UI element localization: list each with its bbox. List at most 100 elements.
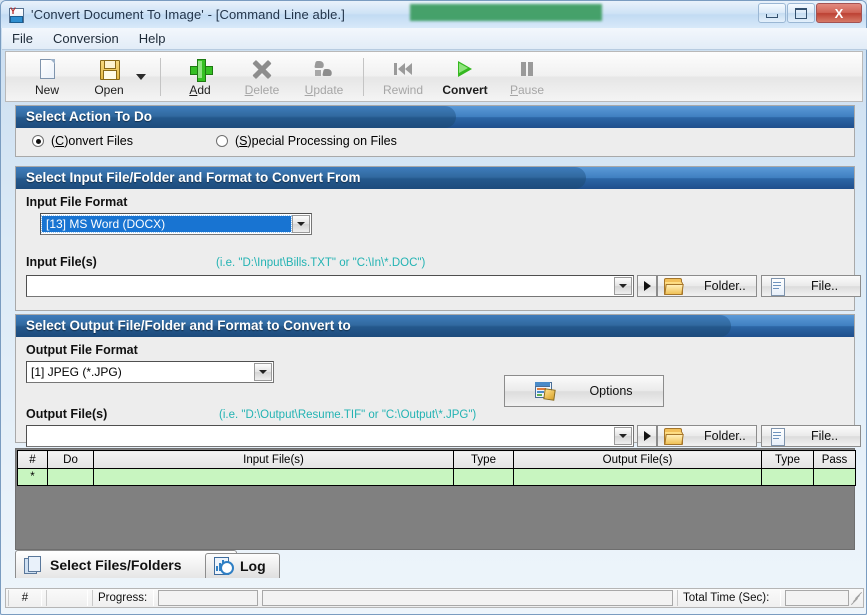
grid-col-do[interactable]: Do — [47, 450, 94, 469]
play-icon — [453, 57, 477, 81]
pause-icon — [515, 57, 539, 81]
folder-icon — [664, 278, 684, 295]
grid-col-output[interactable]: Output File(s) — [513, 450, 762, 469]
status-total-time-label: Total Time (Sec): — [677, 590, 781, 606]
action-panel: Select Action To Do (C)onvert Files (S)p… — [15, 105, 855, 157]
play-right-icon-2 — [643, 431, 651, 441]
output-file-label: File.. — [811, 429, 839, 443]
files-grid[interactable]: # Do Input File(s) Type Output File(s) T… — [15, 448, 856, 550]
tab-strip: Select Files/Folders Log — [15, 550, 855, 578]
action-banner: Select Action To Do — [16, 106, 854, 128]
toolbar-convert-button[interactable]: Convert — [434, 53, 496, 100]
output-format-dropdown-arrow[interactable] — [254, 363, 272, 381]
input-files-go-button[interactable] — [637, 275, 657, 297]
input-format-combo[interactable]: [13] MS Word (DOCX) — [40, 213, 312, 235]
app-icon: Y — [7, 6, 25, 23]
output-folder-button[interactable]: Folder.. — [657, 425, 757, 447]
grid-col-input[interactable]: Input File(s) — [93, 450, 454, 469]
redacted-text-block — [410, 4, 602, 21]
input-folder-button[interactable]: Folder.. — [657, 275, 757, 297]
toolbar-pause-button[interactable]: Pause — [496, 53, 558, 100]
title-bar: Y 'Convert Document To Image' - [Command… — [1, 1, 866, 28]
grid-col-pass[interactable]: Pass — [813, 450, 856, 469]
radio-special-processing[interactable]: (S)pecial Processing on Files — [216, 134, 397, 148]
output-file-button[interactable]: File.. — [761, 425, 861, 447]
play-right-icon — [643, 281, 651, 291]
toolbar-add-button[interactable]: Add — [169, 53, 231, 100]
minimize-button[interactable] — [758, 3, 786, 23]
toolbar-pause-label: Pause — [509, 82, 545, 97]
options-icon — [535, 382, 557, 401]
maximize-icon — [795, 7, 807, 19]
radio-convert-files[interactable]: (C)onvert Files — [32, 134, 133, 148]
toolbar: New Open Add Delete Update Rewind Conver… — [5, 51, 863, 102]
status-progress-label: Progress: — [92, 590, 154, 606]
radio-convert-files-indicator — [32, 135, 44, 147]
close-icon: X — [834, 5, 844, 21]
grid-col-intype[interactable]: Type — [453, 450, 514, 469]
grid-cell-output[interactable] — [513, 468, 762, 486]
grid-cell-input[interactable] — [93, 468, 454, 486]
output-folder-label: Folder.. — [704, 429, 746, 443]
grid-cell-intype[interactable] — [453, 468, 514, 486]
menu-item-help[interactable]: Help — [129, 29, 176, 48]
file-icon — [770, 277, 785, 296]
status-num-value — [46, 590, 88, 606]
maximize-button[interactable] — [787, 3, 815, 23]
output-format-combo[interactable]: [1] JPEG (*.JPG) — [26, 361, 274, 383]
output-files-go-button[interactable] — [637, 425, 657, 447]
plus-icon — [188, 57, 213, 82]
toolbar-convert-label: Convert — [442, 82, 488, 97]
input-folder-label: Folder.. — [704, 279, 746, 293]
output-panel: Select Output File/Folder and Format to … — [15, 314, 861, 447]
status-total-time-value — [785, 590, 849, 606]
toolbar-separator — [160, 57, 161, 96]
close-button[interactable]: X — [816, 3, 862, 23]
tab-select-files-folders-label: Select Files/Folders — [50, 556, 182, 573]
status-bar: # Progress: Total Time (Sec): — [5, 588, 864, 608]
input-file-label: File.. — [811, 279, 839, 293]
toolbar-rewind-button[interactable]: Rewind — [372, 53, 434, 100]
status-num-label: # — [8, 590, 42, 606]
tab-select-files-folders[interactable]: Select Files/Folders — [15, 550, 237, 578]
rewind-icon — [391, 57, 415, 81]
input-banner-label: Select Input File/Folder and Format to C… — [26, 170, 361, 185]
grid-cell-outtype[interactable] — [761, 468, 814, 486]
output-files-label: Output File(s) — [26, 407, 108, 421]
chevron-down-icon[interactable] — [136, 73, 146, 80]
input-files-combo[interactable] — [26, 275, 634, 297]
grid-cell-pass[interactable] — [813, 468, 856, 486]
output-files-dropdown-arrow[interactable] — [614, 427, 632, 445]
input-format-label: Input File Format — [26, 195, 128, 209]
menu-bar: File Conversion Help — [2, 28, 867, 50]
grid-col-num[interactable]: # — [17, 450, 48, 469]
radio-special-processing-indicator — [216, 135, 228, 147]
input-format-dropdown-arrow[interactable] — [292, 215, 310, 233]
output-files-hint: (i.e. "D:\Output\Resume.TIF" or "C:\Outp… — [219, 409, 477, 421]
toolbar-open-button[interactable]: Open — [78, 53, 140, 100]
output-files-combo[interactable] — [26, 425, 634, 447]
table-row[interactable]: * — [17, 468, 856, 486]
resize-grip-icon[interactable] — [848, 591, 863, 606]
menu-item-file[interactable]: File — [2, 29, 43, 48]
progress-bar — [158, 590, 258, 606]
window-title: 'Convert Document To Image' - [Command L… — [31, 7, 345, 22]
toolbar-new-button[interactable]: New — [16, 53, 78, 100]
tab-log-label: Log — [240, 558, 266, 574]
toolbar-delete-label: Delete — [244, 82, 280, 97]
action-banner-label: Select Action To Do — [26, 109, 153, 124]
toolbar-update-button[interactable]: Update — [293, 53, 355, 100]
grid-cell-do[interactable] — [47, 468, 94, 486]
toolbar-update-label: Update — [304, 82, 344, 97]
toolbar-delete-button[interactable]: Delete — [231, 53, 293, 100]
input-file-button[interactable]: File.. — [761, 275, 861, 297]
grid-cell-num[interactable]: * — [17, 468, 48, 486]
menu-item-conversion[interactable]: Conversion — [43, 29, 129, 48]
output-options-button[interactable]: Options — [504, 375, 664, 407]
input-panel: Select Input File/Folder and Format to C… — [15, 166, 861, 311]
input-files-dropdown-arrow[interactable] — [614, 277, 632, 295]
input-files-label: Input File(s) — [26, 255, 97, 269]
grid-col-outtype[interactable]: Type — [761, 450, 814, 469]
status-message — [262, 590, 673, 606]
tab-log[interactable]: Log — [205, 553, 280, 578]
